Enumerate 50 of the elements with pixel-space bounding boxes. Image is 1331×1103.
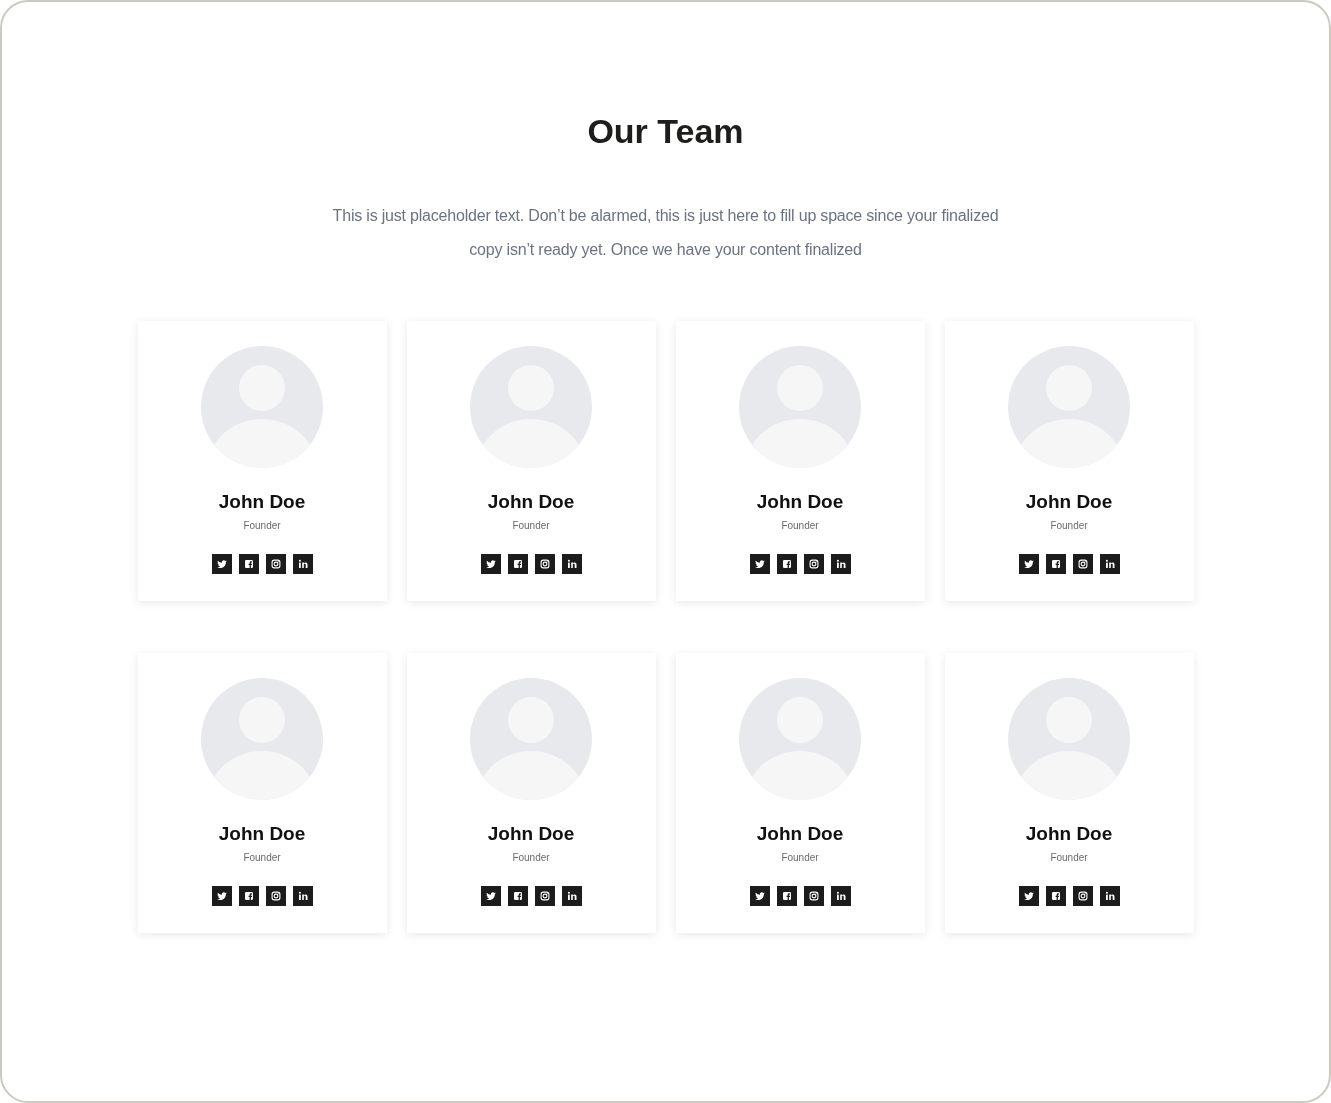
member-name: John Doe xyxy=(487,822,575,846)
member-name: John Doe xyxy=(218,490,306,514)
f-square-icon[interactable] xyxy=(776,886,797,906)
f-square-icon[interactable] xyxy=(1045,886,1066,906)
in-logo-icon[interactable] xyxy=(561,886,582,906)
member-name: John Doe xyxy=(756,490,844,514)
camera-icon[interactable] xyxy=(1072,886,1093,906)
member-name: John Doe xyxy=(1025,490,1113,514)
camera-icon[interactable] xyxy=(803,886,824,906)
f-square-icon[interactable] xyxy=(776,554,797,574)
bird-icon[interactable] xyxy=(480,886,501,906)
member-name: John Doe xyxy=(1025,822,1113,846)
f-square-icon[interactable] xyxy=(238,554,259,574)
camera-icon[interactable] xyxy=(265,554,286,574)
f-square-icon[interactable] xyxy=(507,554,528,574)
f-square-icon[interactable] xyxy=(238,886,259,906)
camera-icon[interactable] xyxy=(534,554,555,574)
f-square-icon[interactable] xyxy=(507,886,528,906)
f-square-icon[interactable] xyxy=(1045,554,1066,574)
in-logo-icon[interactable] xyxy=(292,554,313,574)
in-logo-icon[interactable] xyxy=(1099,886,1120,906)
bird-icon[interactable] xyxy=(749,886,770,906)
camera-icon[interactable] xyxy=(265,886,286,906)
member-name: John Doe xyxy=(487,490,575,514)
intro-text: This is just placeholder text. Don’t be alarmed, this is just here to fill up space since your finalized copy isn’t ready yet. Once we have your content finalized xyxy=(331,206,1000,260)
member-role: Founder xyxy=(781,519,819,532)
in-logo-icon[interactable] xyxy=(561,554,582,574)
member-role: Founder xyxy=(1050,519,1088,532)
in-logo-icon[interactable] xyxy=(292,886,313,906)
section-title: Our Team xyxy=(587,111,744,152)
bird-icon[interactable] xyxy=(749,554,770,574)
in-logo-icon[interactable] xyxy=(830,554,851,574)
member-role: Founder xyxy=(781,851,819,864)
bird-icon[interactable] xyxy=(1018,886,1039,906)
camera-icon[interactable] xyxy=(534,886,555,906)
member-role: Founder xyxy=(1050,851,1088,864)
bird-icon[interactable] xyxy=(211,886,232,906)
camera-icon[interactable] xyxy=(1072,554,1093,574)
member-role: Founder xyxy=(243,519,281,532)
bird-icon[interactable] xyxy=(1018,554,1039,574)
bird-icon[interactable] xyxy=(211,554,232,574)
member-role: Founder xyxy=(243,851,281,864)
member-name: John Doe xyxy=(218,822,306,846)
camera-icon[interactable] xyxy=(803,554,824,574)
in-logo-icon[interactable] xyxy=(830,886,851,906)
in-logo-icon[interactable] xyxy=(1099,554,1120,574)
bird-icon[interactable] xyxy=(480,554,501,574)
member-role: Founder xyxy=(512,851,550,864)
member-role: Founder xyxy=(512,519,550,532)
member-name: John Doe xyxy=(756,822,844,846)
